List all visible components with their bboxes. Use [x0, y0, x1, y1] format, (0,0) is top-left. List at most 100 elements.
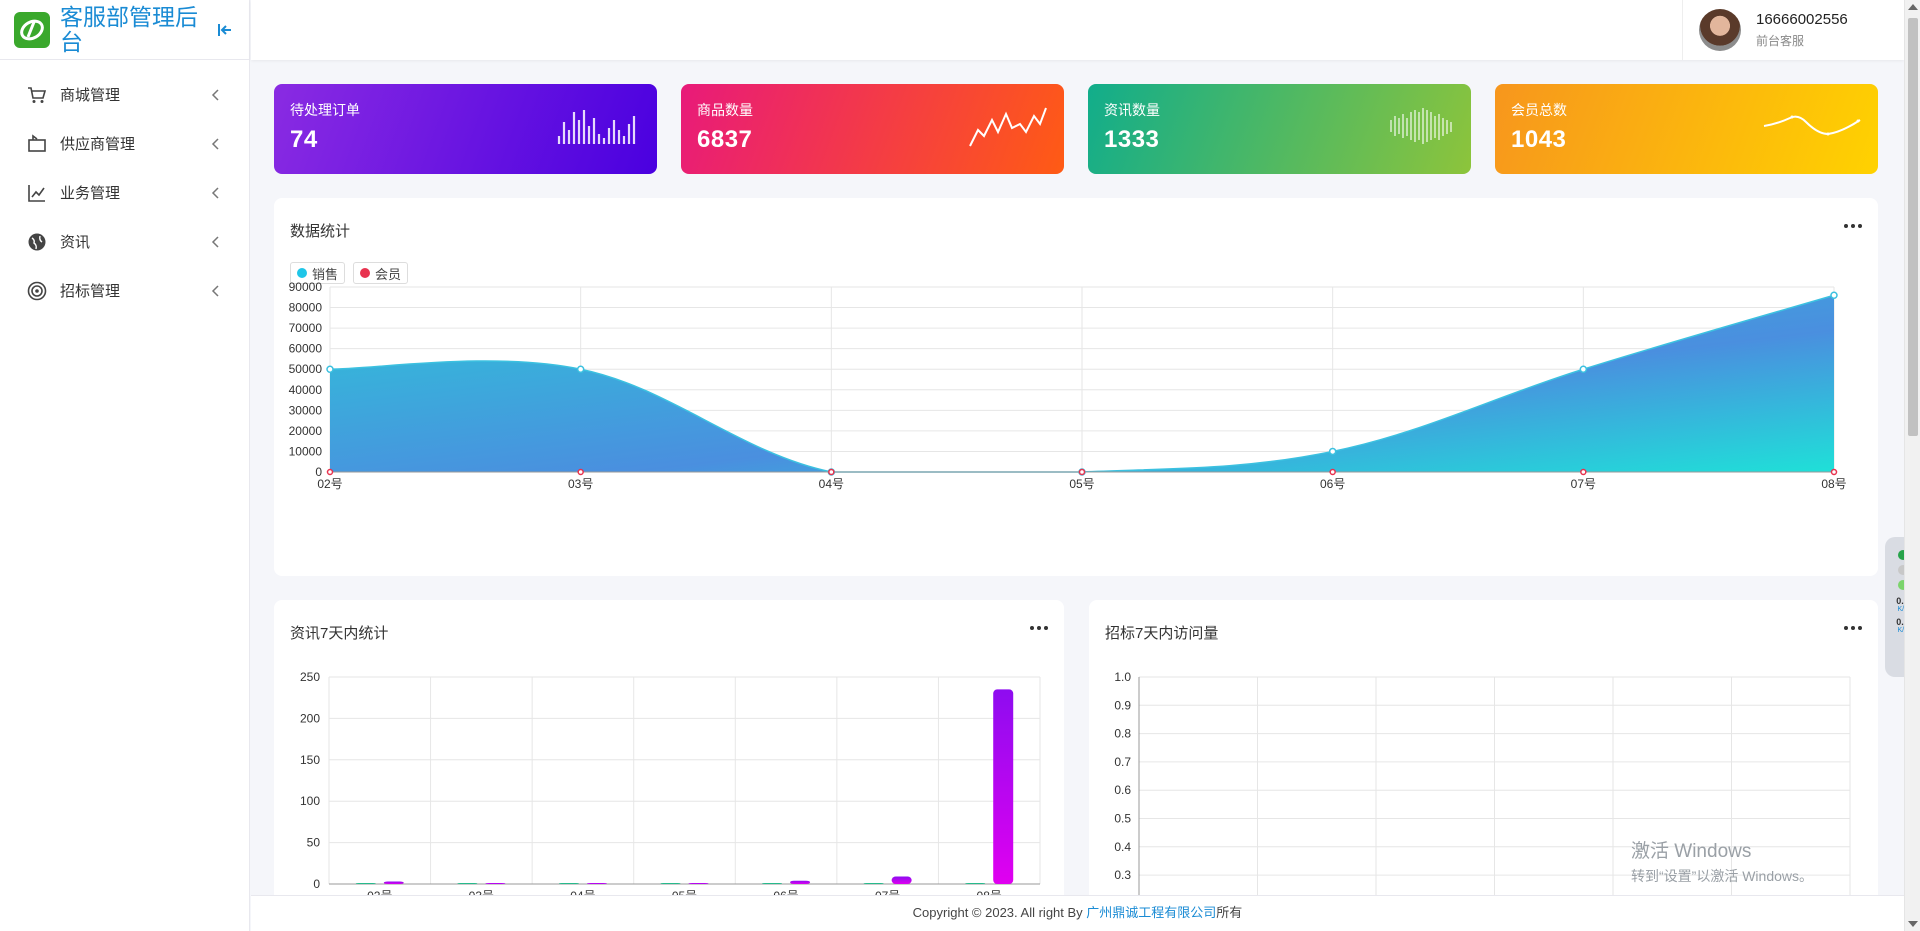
y-tick-label: 80000 [289, 301, 323, 315]
x-tick-label: 02号 [317, 477, 342, 491]
logo-icon [14, 11, 50, 48]
user-menu[interactable]: 16666002556 前台客服 [1682, 0, 1904, 60]
brand: 客服部管理后台 [0, 0, 249, 60]
y-tick-label: 50 [307, 836, 321, 850]
sparkline-line-icon [969, 107, 1047, 147]
bar-series-1 [762, 883, 783, 884]
bar-series-2 [485, 883, 506, 884]
windows-activation-watermark: 激活 Windows 转到“设置”以激活 Windows。 [1631, 836, 1813, 886]
sales-point [1830, 291, 1838, 299]
sales-point [1579, 365, 1588, 373]
y-tick-label: 30000 [289, 403, 323, 417]
company-link[interactable]: 广州鼎诚工程有限公司 [1086, 905, 1216, 920]
supplier-icon [26, 133, 48, 155]
user-name: 16666002556 [1756, 11, 1848, 28]
chevron-left-icon [211, 137, 219, 150]
footer: Copyright © 2023. All right By 广州鼎诚工程有限公… [251, 895, 1904, 931]
sidebar-item-business[interactable]: 业务管理 [0, 168, 249, 217]
y-tick-label: 60000 [289, 342, 323, 356]
main-content: 待处理订单 74 商品数量 6837 资讯数量 1333 会员总数 1043 数… [251, 60, 1904, 931]
bar-series-1 [355, 883, 376, 884]
chevron-left-icon [211, 186, 219, 199]
sidebar-item-label: 招标管理 [60, 283, 121, 300]
y-tick-label: 0.8 [1114, 727, 1131, 741]
sidebar-item-bidding[interactable]: 招标管理 [0, 266, 249, 315]
y-tick-label: 50000 [289, 362, 323, 376]
sparkline-bars-icon [557, 110, 636, 144]
bar-chart: 05010015020025002号03号04号05号06号07号08号 [300, 670, 1041, 903]
watermark-subtitle: 转到“设置”以激活 Windows。 [1631, 868, 1814, 884]
sales-point [326, 365, 334, 373]
sidebar-item-label: 资讯 [60, 234, 91, 251]
sales-point [1328, 447, 1337, 456]
scroll-up-arrow-icon[interactable] [1908, 4, 1918, 10]
bar-series-2 [891, 876, 912, 884]
members-point [1329, 468, 1336, 476]
chart-line-icon [26, 182, 48, 204]
cart-icon [26, 84, 48, 106]
y-tick-label: 0.7 [1114, 755, 1131, 769]
members-point [828, 468, 835, 476]
x-tick-label: 05号 [1069, 477, 1094, 491]
sidebar-item-supplier[interactable]: 供应商管理 [0, 119, 249, 168]
scroll-down-arrow-icon[interactable] [1908, 921, 1918, 927]
sidebar-menu: 商城管理 供应商管理 业务管理 资讯 招标管理 [0, 60, 249, 315]
y-tick-label: 150 [300, 753, 320, 767]
members-point [1078, 468, 1086, 476]
sidebar: 客服部管理后台 商城管理 供应商管理 业务管理 资讯 招标管理 [0, 0, 250, 931]
bar-series-1 [660, 883, 681, 884]
bar-series-1 [863, 883, 884, 884]
user-role: 前台客服 [1756, 34, 1805, 48]
watermark-title: 激活 Windows [1631, 841, 1752, 862]
bar-series-2 [383, 881, 404, 884]
members-point [577, 468, 584, 476]
y-tick-label: 250 [300, 670, 320, 684]
y-tick-label: 0.9 [1114, 698, 1131, 712]
y-tick-label: 40000 [289, 383, 323, 397]
members-point [1580, 468, 1587, 476]
chevron-left-icon [211, 88, 219, 101]
x-tick-label: 07号 [1571, 477, 1596, 491]
bar-series-2 [688, 883, 709, 884]
area-chart: 0100002000030000400005000060000700008000… [289, 280, 1847, 491]
y-tick-label: 0.5 [1114, 812, 1131, 826]
app-title: 客服部管理后台 [60, 3, 198, 55]
bar-series-1 [558, 883, 579, 884]
sidebar-item-label: 商城管理 [60, 87, 121, 104]
x-tick-label: 03号 [568, 477, 593, 491]
page-scrollbar[interactable] [1904, 0, 1920, 931]
y-tick-label: 0.6 [1114, 783, 1131, 797]
y-tick-label: 20000 [289, 424, 323, 438]
x-tick-label: 06号 [1320, 477, 1345, 491]
y-tick-label: 70000 [289, 321, 323, 335]
chevron-left-icon [211, 235, 219, 248]
collapse-sidebar-icon[interactable] [215, 20, 235, 40]
sidebar-item-news[interactable]: 资讯 [0, 217, 249, 266]
copyright-suffix: 所有 [1216, 905, 1243, 920]
avatar [1699, 9, 1741, 51]
sidebar-item-mall[interactable]: 商城管理 [0, 70, 249, 119]
y-tick-label: 0 [313, 877, 320, 891]
news-stats-panel: 资讯7天内统计 05010015020025002号03号04号05号06号07… [274, 600, 1064, 931]
sidebar-item-label: 业务管理 [60, 185, 121, 202]
x-tick-label: 08号 [1821, 477, 1846, 491]
bar-series-1 [965, 883, 986, 884]
data-stats-panel: 数据统计 销售 会员 0 10000 20000 30000 40000 50000 600… [274, 198, 1878, 576]
y-tick-label: 90000 [289, 280, 323, 294]
scroll-thumb[interactable] [1908, 18, 1918, 436]
stat-card-members[interactable]: 会员总数 1043 [1495, 84, 1878, 174]
sidebar-item-label: 供应商管理 [60, 136, 136, 153]
x-tick-label: 04号 [819, 477, 844, 491]
bar-series-2 [790, 880, 811, 884]
stat-card-products[interactable]: 商品数量 6837 [681, 84, 1064, 174]
y-tick-label: 200 [300, 711, 320, 725]
stat-card-pending-orders[interactable]: 待处理订单 74 [274, 84, 657, 174]
top-header: 16666002556 前台客服 [251, 0, 1904, 60]
bar-series-2 [586, 883, 607, 884]
sales-point [576, 365, 585, 373]
globe-icon [26, 231, 48, 253]
bar-series-1 [457, 883, 478, 884]
y-tick-label: 10000 [289, 444, 323, 458]
stat-card-news[interactable]: 资讯数量 1333 [1088, 84, 1471, 174]
chevron-left-icon [211, 284, 219, 297]
